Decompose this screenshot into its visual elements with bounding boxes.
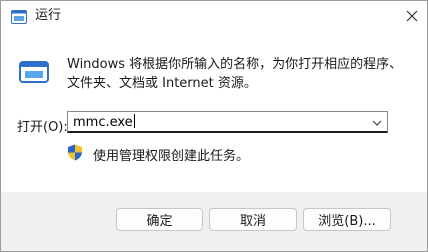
uac-shield-icon bbox=[67, 144, 83, 161]
command-input-text: mmc.exe bbox=[73, 115, 133, 130]
run-app-icon bbox=[11, 9, 27, 24]
cancel-button[interactable]: 取消 bbox=[209, 208, 297, 231]
chevron-down-icon bbox=[372, 120, 382, 126]
dialog-content: Windows 将根据你所输入的名称，为你打开相应的程序、文件夹、文档或 Int… bbox=[1, 32, 427, 192]
admin-note: 使用管理权限创建此任务。 bbox=[93, 149, 250, 164]
dropdown-button[interactable] bbox=[370, 115, 384, 129]
description-text: Windows 将根据你所输入的名称，为你打开相应的程序、文件夹、文档或 Int… bbox=[67, 57, 403, 91]
run-icon bbox=[19, 60, 51, 84]
window-title: 运行 bbox=[35, 8, 62, 23]
open-label: 打开(O): bbox=[17, 120, 68, 135]
run-dialog: 运行 Windows 将根据你所输入的名称，为你打开相应的程序、文件夹、文档或 … bbox=[0, 0, 428, 252]
ok-button[interactable]: 确定 bbox=[116, 208, 203, 231]
text-caret bbox=[133, 114, 135, 128]
title-bar[interactable]: 运行 bbox=[1, 1, 427, 32]
browse-button[interactable]: 浏览(B)... bbox=[303, 208, 391, 231]
button-bar: 确定 取消 浏览(B)... bbox=[1, 192, 427, 251]
command-input[interactable]: mmc.exe bbox=[73, 114, 135, 131]
close-button[interactable] bbox=[403, 7, 421, 25]
close-icon bbox=[406, 10, 418, 22]
command-combobox[interactable]: mmc.exe bbox=[67, 111, 388, 133]
